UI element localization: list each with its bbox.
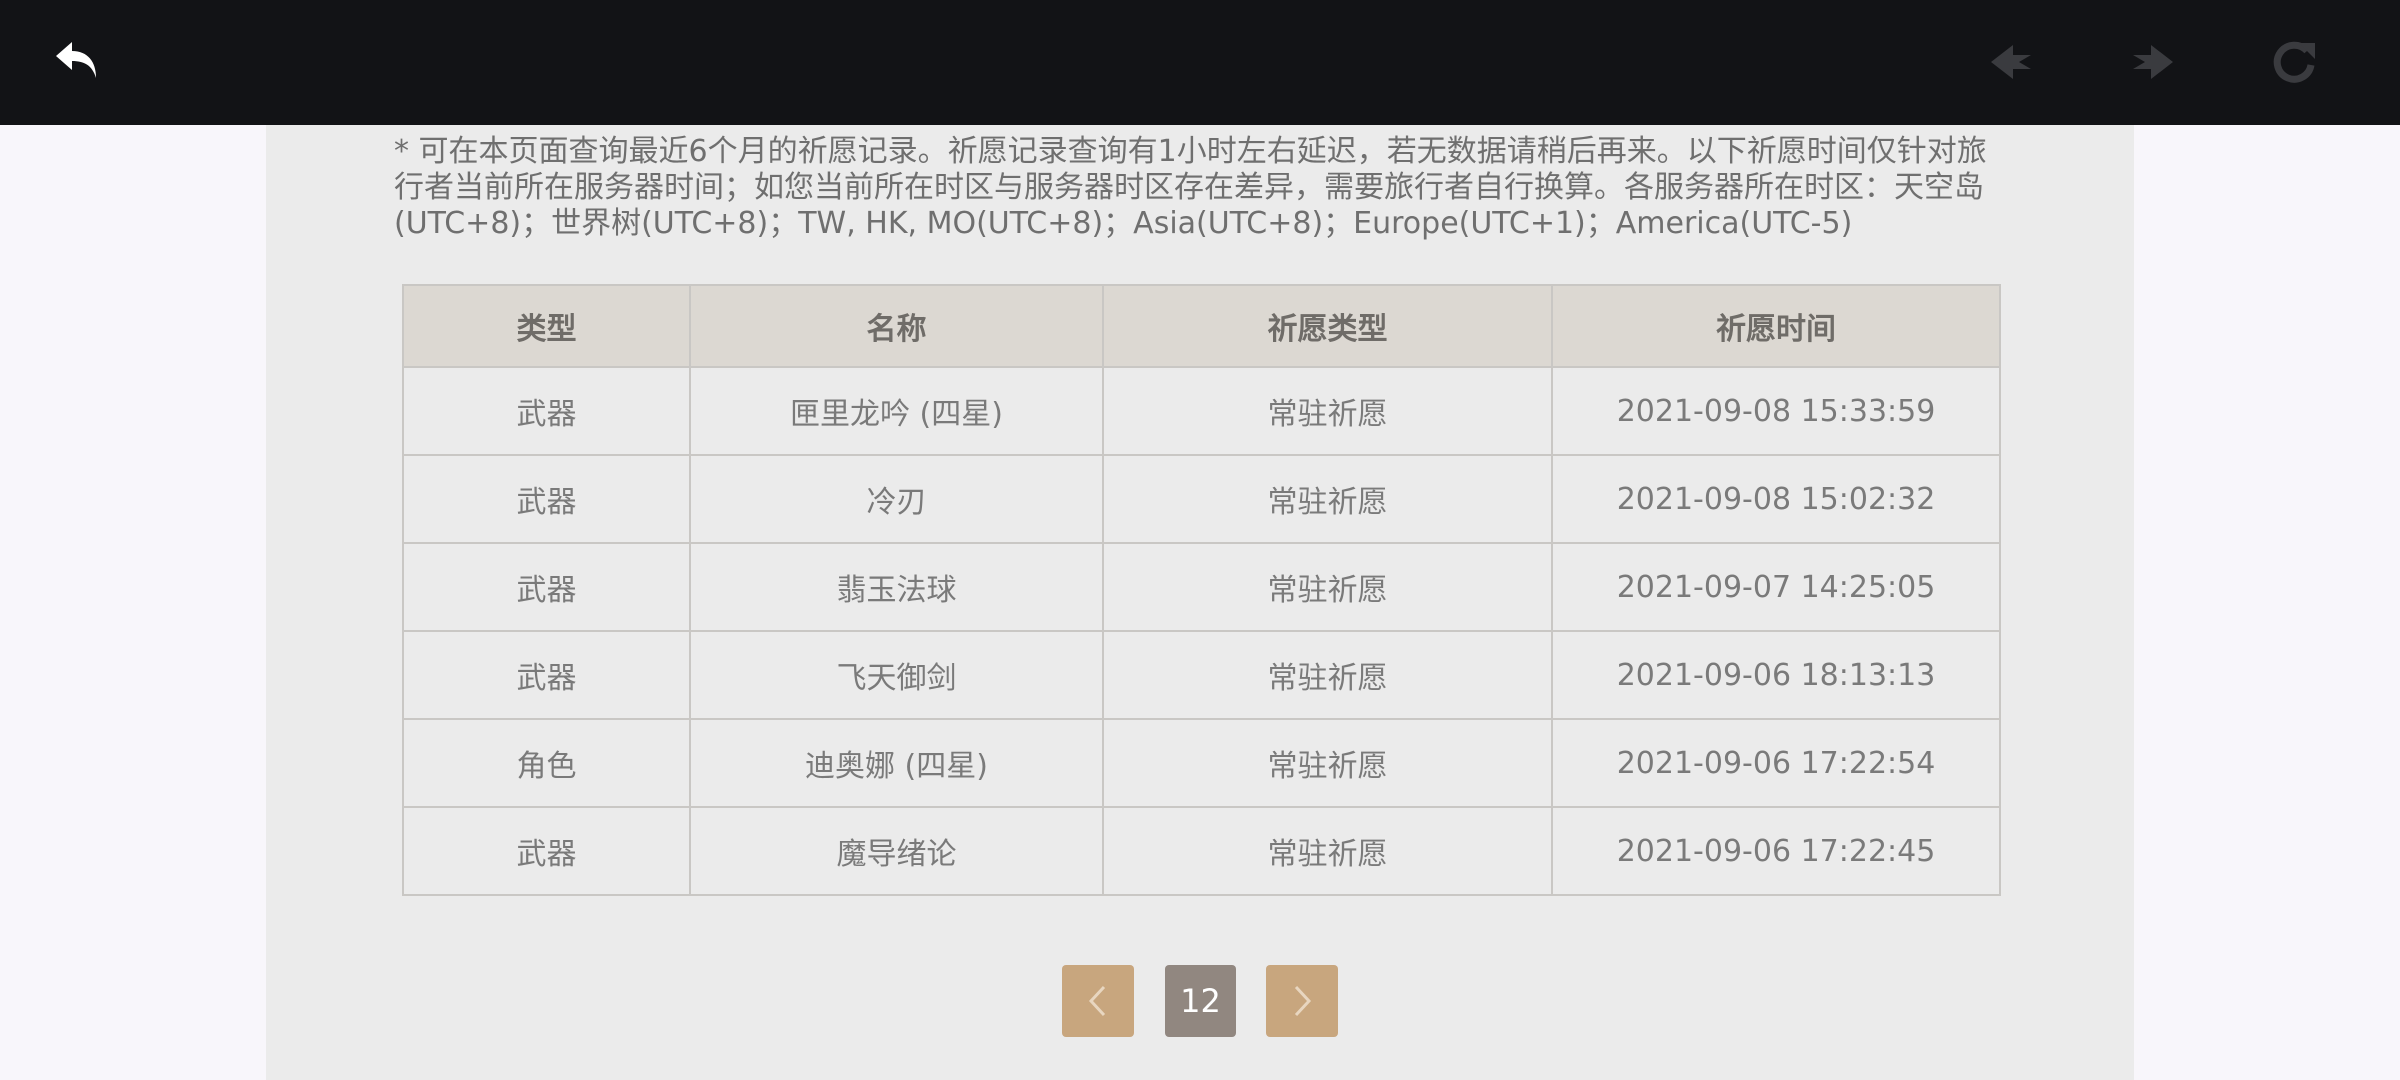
table-row: 角色 迪奥娜 (四星) 常驻祈愿 2021-09-06 17:22:54 (402, 718, 2001, 808)
table-row: 武器 冷刃 常驻祈愿 2021-09-08 15:02:32 (402, 454, 2001, 544)
table-header-row: 类型 名称 祈愿类型 祈愿时间 (402, 284, 2001, 368)
cell-type: 武器 (402, 806, 691, 896)
cell-name: 匣里龙吟 (四星) (689, 366, 1104, 456)
cell-type: 角色 (402, 718, 691, 808)
chevron-left-icon (1088, 985, 1106, 1017)
cell-time: 2021-09-06 17:22:45 (1551, 806, 2001, 896)
reload-icon[interactable] (2262, 30, 2326, 94)
header-wish-time: 祈愿时间 (1551, 284, 2001, 368)
cell-time: 2021-09-07 14:25:05 (1551, 542, 2001, 632)
next-page-button[interactable] (1266, 965, 1338, 1037)
cell-wish-type: 常驻祈愿 (1102, 806, 1553, 896)
cell-type: 武器 (402, 630, 691, 720)
table-row: 武器 飞天御剑 常驻祈愿 2021-09-06 18:13:13 (402, 630, 2001, 720)
cell-wish-type: 常驻祈愿 (1102, 718, 1553, 808)
cell-name: 迪奥娜 (四星) (689, 718, 1104, 808)
table-row: 武器 翡玉法球 常驻祈愿 2021-09-07 14:25:05 (402, 542, 2001, 632)
cell-type: 武器 (402, 542, 691, 632)
cell-type: 武器 (402, 366, 691, 456)
top-toolbar (0, 0, 2400, 125)
cell-wish-type: 常驻祈愿 (1102, 454, 1553, 544)
cell-name: 飞天御剑 (689, 630, 1104, 720)
chevron-right-icon (1294, 985, 1312, 1017)
nav-forward-icon[interactable] (2120, 30, 2184, 94)
nav-back-icon[interactable] (1980, 30, 2044, 94)
cell-wish-type: 常驻祈愿 (1102, 366, 1553, 456)
notice-text: * 可在本页面查询最近6个月的祈愿记录。祈愿记录查询有1小时左右延迟，若无数据请… (394, 134, 1987, 241)
cell-time: 2021-09-06 18:13:13 (1551, 630, 2001, 720)
cell-wish-type: 常驻祈愿 (1102, 630, 1553, 720)
prev-page-button[interactable] (1062, 965, 1134, 1037)
cell-wish-type: 常驻祈愿 (1102, 542, 1553, 632)
table-row: 武器 魔导绪论 常驻祈愿 2021-09-06 17:22:45 (402, 806, 2001, 896)
cell-name: 魔导绪论 (689, 806, 1104, 896)
header-wish-type: 祈愿类型 (1102, 284, 1553, 368)
cell-time: 2021-09-08 15:02:32 (1551, 454, 2001, 544)
cell-time: 2021-09-06 17:22:54 (1551, 718, 2001, 808)
table-row: 武器 匣里龙吟 (四星) 常驻祈愿 2021-09-08 15:33:59 (402, 366, 2001, 456)
cell-name: 翡玉法球 (689, 542, 1104, 632)
cell-name: 冷刃 (689, 454, 1104, 544)
current-page-indicator: 12 (1165, 965, 1236, 1037)
wish-history-table: 类型 名称 祈愿类型 祈愿时间 武器 匣里龙吟 (四星) 常驻祈愿 2021-0… (402, 284, 2001, 896)
cell-type: 武器 (402, 454, 691, 544)
header-type: 类型 (402, 284, 691, 368)
cell-time: 2021-09-08 15:33:59 (1551, 366, 2001, 456)
back-arrow-icon[interactable] (46, 30, 110, 94)
header-name: 名称 (689, 284, 1104, 368)
